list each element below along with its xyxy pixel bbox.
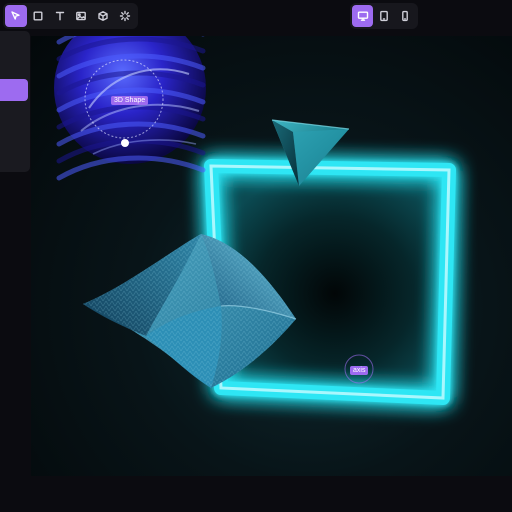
ribbed-sphere-shape[interactable] [54,36,206,181]
desktop-view-button[interactable] [352,5,374,27]
scene-canvas[interactable]: 3D Shape axis [31,36,512,476]
rectangle-tool-button[interactable] [27,5,49,27]
tools-toolbar [3,3,138,29]
gizmo-handle[interactable] [121,139,129,147]
cursor-icon [11,11,20,20]
axis-label[interactable]: axis [350,366,369,375]
cube-icon [98,11,108,21]
phone-icon [402,10,409,22]
monitor-icon [357,11,368,21]
shape-label[interactable]: 3D Shape [111,96,149,105]
device-toolbar [350,3,418,29]
3d-tool-button[interactable] [92,5,114,27]
effects-tool-button[interactable] [114,5,136,27]
text-icon [55,11,64,21]
text-tool-button[interactable] [49,5,71,27]
image-tool-button[interactable] [70,5,92,27]
tablet-icon [380,10,388,22]
scene-render [54,36,456,405]
tablet-view-button[interactable] [373,5,394,27]
select-tool-button[interactable] [5,5,27,27]
sparkle-icon [119,10,131,22]
square-icon [33,11,43,21]
mobile-view-button[interactable] [395,5,416,27]
editor-app: 3D Shape axis [0,0,512,512]
side-panel-active-item[interactable] [0,79,28,101]
side-panel [0,31,30,172]
image-icon [76,11,87,21]
